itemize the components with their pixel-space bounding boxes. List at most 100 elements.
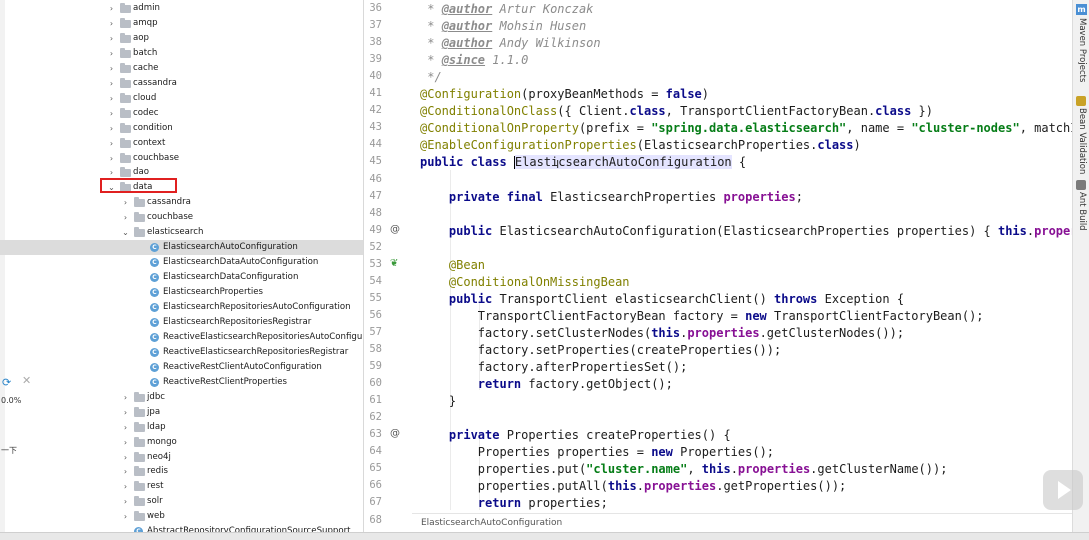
code-line: return factory.getObject(); [420,376,673,392]
tree-folder[interactable]: › web [0,509,363,524]
chevron-right-icon[interactable]: › [121,435,130,450]
chevron-down-icon[interactable]: ⌄ [121,225,130,240]
play-button[interactable] [1043,470,1083,510]
project-tree[interactable]: › admin › amqp › aop › batch › cache › cassandra › cl… [0,0,364,532]
code-token: TransportClientFactoryBean factory = [420,308,746,323]
tree-folder[interactable]: › jdbc [0,390,363,405]
tree-folder[interactable]: › cassandra [0,76,363,91]
close-icon[interactable]: ✕ [22,374,31,387]
code-token: , name = [846,121,912,136]
code-token: return [477,377,529,392]
folder-icon [134,436,145,447]
tree-class[interactable]: C AbstractRepositoryConfigurationSourceSu… [0,524,363,532]
chevron-right-icon[interactable]: › [107,61,116,76]
tree-class[interactable]: C ReactiveRestClientProperties [0,375,363,390]
code-line: Properties properties = new Properties()… [420,444,774,460]
tree-class[interactable]: C ElasticsearchRepositoriesRegistrar [0,315,363,330]
tree-class[interactable]: C ElasticsearchRepositoriesAutoConfigurat… [0,300,363,315]
tree-class[interactable]: C ElasticsearchDataConfiguration [0,270,363,285]
code-token: (proxyBeanMethods = [521,87,666,102]
chevron-right-icon[interactable]: › [121,195,130,210]
code-token: Exception { [824,291,905,306]
bean-gutter-icon[interactable]: ❦ [390,258,398,269]
tree-folder[interactable]: › dao [0,165,363,180]
chevron-right-icon[interactable]: › [107,106,116,121]
code-token: properties.put( [420,462,587,477]
tree-folder[interactable]: › mongo [0,435,363,450]
tab-maven-projects[interactable]: Maven Projects [1073,18,1087,82]
tree-item-label: cassandra [133,77,177,88]
override-gutter-icon[interactable]: @ [390,428,400,439]
tab-bean-validation[interactable]: Bean Validation [1073,108,1087,174]
tree-item-label: redis [147,466,168,477]
tree-folder[interactable]: › cassandra [0,195,363,210]
folder-icon [120,137,131,148]
tree-folder[interactable]: › aop [0,31,363,46]
chevron-right-icon[interactable]: › [121,390,130,405]
tree-item-label: context [133,137,166,148]
chevron-right-icon[interactable]: › [107,151,116,166]
tree-folder[interactable]: › redis [0,464,363,479]
chevron-right-icon[interactable]: › [107,31,116,46]
tree-class[interactable]: C ElasticsearchDataAutoConfiguration [0,255,363,270]
chevron-right-icon[interactable]: › [107,76,116,91]
tree-folder[interactable]: › context [0,136,363,151]
code-token: @EnableConfigurationProperties [420,138,637,153]
tree-folder[interactable]: ⌄ elasticsearch [0,225,363,240]
tree-class[interactable]: C ReactiveElasticsearchRepositoriesAutoCo… [0,330,363,345]
tree-folder[interactable]: › couchbase [0,210,363,225]
code-token: new [651,445,681,460]
tree-folder[interactable]: › jpa [0,405,363,420]
refresh-icon[interactable]: ⟳ [2,376,11,389]
line-number: 68 [369,513,382,526]
chevron-right-icon[interactable]: › [121,210,130,225]
chevron-right-icon[interactable]: › [121,450,130,465]
breadcrumb[interactable]: ElasticsearchAutoConfiguration [412,513,1081,533]
tree-folder[interactable]: › couchbase [0,151,363,166]
class-icon: C [150,258,159,268]
tree-folder[interactable]: › condition [0,121,363,136]
chevron-right-icon[interactable]: › [121,464,130,479]
line-number: 45 [369,155,382,168]
tree-folder[interactable]: › codec [0,106,363,121]
code-token: factory.setClusterNodes( [420,325,652,340]
tree-folder[interactable]: › amqp [0,16,363,31]
override-gutter-icon[interactable]: @ [390,224,400,235]
code-token: .getClusterName()); [810,462,948,477]
chevron-right-icon[interactable]: › [107,121,116,136]
chevron-right-icon[interactable]: › [107,136,116,151]
tab-ant-build[interactable]: Ant Build [1073,192,1087,231]
chevron-right-icon[interactable]: › [107,91,116,106]
chevron-right-icon[interactable]: › [121,405,130,420]
chevron-right-icon[interactable]: › [107,1,116,16]
chevron-right-icon[interactable]: › [121,494,130,509]
tree-folder[interactable]: › rest [0,479,363,494]
code-line: private final ElasticsearchProperties pr… [420,189,803,205]
code-token: private final [448,189,551,204]
tree-folder[interactable]: › admin [0,1,363,16]
tree-class[interactable]: C ReactiveElasticsearchRepositoriesRegist… [0,345,363,360]
folder-icon [134,391,145,402]
code-editor[interactable]: * @author Artur Konczak * @author Mohsin… [412,0,1072,532]
code-line: } [420,393,456,409]
tree-folder[interactable]: › neo4j [0,450,363,465]
tree-folder[interactable]: › ldap [0,420,363,435]
tree-folder[interactable]: › cloud [0,91,363,106]
tree-item-label: elasticsearch [147,227,204,238]
tree-class[interactable]: C ElasticsearchAutoConfiguration [0,240,363,256]
tree-folder[interactable]: › solr [0,494,363,509]
code-token: factory.afterPropertiesSet(); [420,360,688,375]
chevron-right-icon[interactable]: › [121,509,130,524]
tree-class[interactable]: C ElasticsearchProperties [0,285,363,300]
tree-class[interactable]: C ReactiveRestClientAutoConfiguration [0,360,363,375]
overlay-percent: 0.0% [1,396,22,405]
tree-folder[interactable]: ⌄ data [0,180,363,195]
code-line: public ElasticsearchAutoConfiguration(El… [420,223,1072,239]
chevron-right-icon[interactable]: › [121,479,130,494]
chevron-right-icon[interactable]: › [121,420,130,435]
tree-folder[interactable]: › cache [0,61,363,76]
tree-folder[interactable]: › batch [0,46,363,61]
chevron-right-icon[interactable]: › [107,46,116,61]
chevron-right-icon[interactable]: › [107,16,116,31]
